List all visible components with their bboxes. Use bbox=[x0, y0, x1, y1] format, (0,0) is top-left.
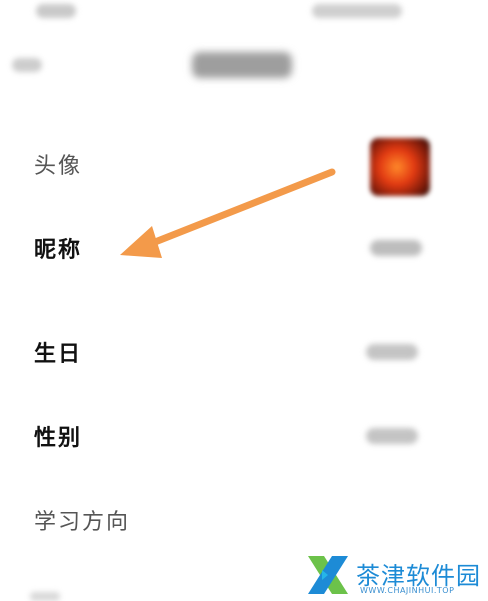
row-label-birthday: 生日 bbox=[34, 342, 83, 367]
row-label-avatar: 头像 bbox=[34, 154, 83, 179]
watermark: 茶津软件园 WWW.CHAJINHUI.TOP bbox=[304, 552, 488, 601]
nav-bar bbox=[0, 40, 488, 90]
row-label-gender: 性别 bbox=[34, 426, 83, 451]
birthday-value bbox=[366, 344, 418, 360]
status-time bbox=[36, 4, 76, 18]
status-bar bbox=[0, 0, 488, 28]
gender-value bbox=[366, 428, 418, 444]
row-birthday[interactable]: 生日 bbox=[0, 326, 488, 386]
row-gender[interactable]: 性别 bbox=[0, 410, 488, 470]
row-label-study-direction: 学习方向 bbox=[34, 510, 131, 535]
next-row-label bbox=[30, 592, 60, 601]
page-title bbox=[192, 52, 292, 78]
row-study-direction[interactable]: 学习方向 bbox=[0, 494, 488, 554]
watermark-url: WWW.CHAJINHUI.TOP bbox=[360, 586, 455, 595]
x-logo-icon bbox=[308, 556, 348, 594]
nickname-value bbox=[370, 240, 422, 256]
row-avatar[interactable]: 头像 bbox=[0, 138, 488, 198]
back-button[interactable] bbox=[12, 58, 42, 72]
row-label-nickname: 昵称 bbox=[34, 238, 83, 263]
status-icons bbox=[312, 4, 402, 18]
avatar[interactable] bbox=[370, 138, 430, 196]
row-nickname[interactable]: 昵称 bbox=[0, 222, 488, 282]
